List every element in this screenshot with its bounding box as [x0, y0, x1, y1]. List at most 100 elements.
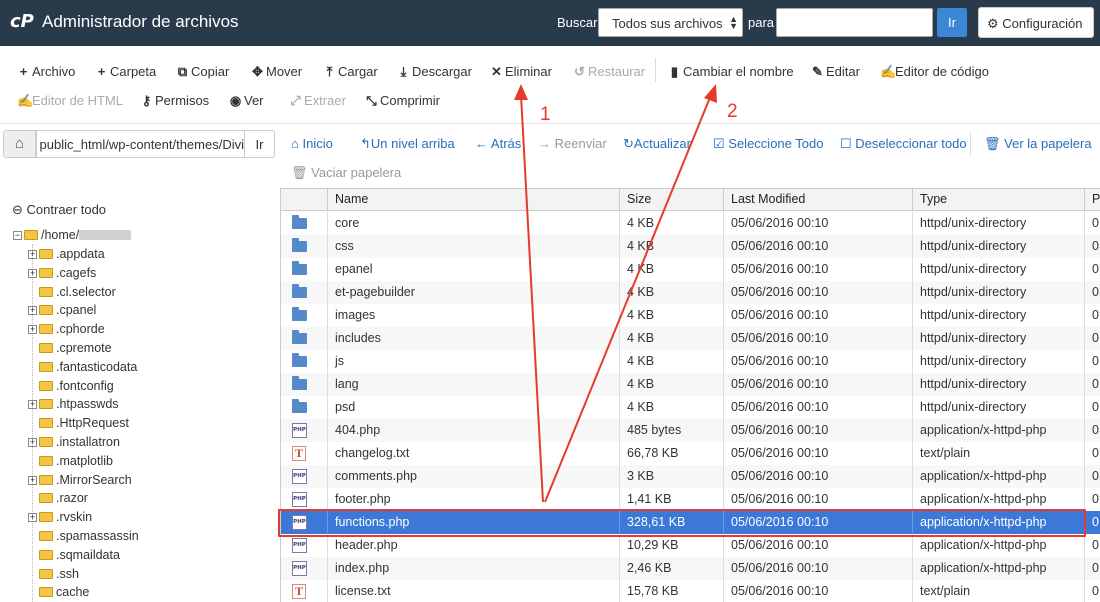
column-modified[interactable]: Last Modified [723, 189, 912, 211]
extract-button[interactable]: ⤢ Extraer [289, 93, 346, 109]
expand-icon[interactable]: + [28, 400, 37, 410]
table-row[interactable]: PHP footer.php 1,41 KB 05/06/2016 00:10 appl… [281, 488, 1100, 511]
upload-button[interactable]: ⤒ Cargar [323, 64, 378, 80]
table-row[interactable]: Tlicense.txt 15,78 KB 05/06/2016 00:10 text… [281, 580, 1100, 602]
table-row[interactable]: lang 4 KB 05/06/2016 00:10 httpd/unix-direc… [281, 373, 1100, 396]
tree-item[interactable]: .matplotlib [28, 454, 113, 472]
tree-item[interactable]: + .htpasswds [28, 397, 119, 415]
restore-button[interactable]: ↺ Restaurar [573, 64, 645, 80]
folder-icon [292, 353, 307, 367]
expand-icon[interactable]: + [28, 306, 37, 316]
path-go-button[interactable]: Ir [245, 130, 275, 158]
view-trash-button[interactable]: 🗑 Ver la papelera [984, 136, 1092, 152]
table-row[interactable]: includes 4 KB 05/06/2016 00:10 httpd/unix-d… [281, 327, 1100, 350]
table-row[interactable]: epanel 4 KB 05/06/2016 00:10 httpd/unix-dir… [281, 258, 1100, 281]
nav-home-label: Inicio [302, 136, 333, 151]
tree-item[interactable]: .sqmaildata [28, 548, 120, 566]
cell-perms: 0 [1084, 304, 1100, 327]
table-row[interactable]: PHP 404.php 485 bytes 05/06/2016 00:10 appli… [281, 419, 1100, 442]
compress-label: Comprimir [380, 93, 440, 108]
cell-perms: 0 [1084, 396, 1100, 419]
cell-size: 4 KB [619, 373, 723, 396]
move-button[interactable]: ✥ Mover [251, 64, 302, 80]
select-all-button[interactable]: ☑ Seleccione Todo [713, 136, 823, 152]
nav-reload-button[interactable]: ↻Actualizar [623, 136, 691, 152]
tree-item[interactable]: + .rvskin [28, 510, 92, 528]
table-row[interactable]: PHP comments.php 3 KB 05/06/2016 00:10 appli… [281, 465, 1100, 488]
search-go-button[interactable]: Ir [937, 8, 967, 37]
edit-button[interactable]: ✎ Editar [811, 64, 860, 80]
column-name[interactable]: Name [327, 189, 619, 211]
tree-item[interactable]: cache [28, 585, 89, 602]
tree-item[interactable]: .spamassassin [28, 529, 139, 547]
table-row[interactable]: et-pagebuilder 4 KB 05/06/2016 00:10 httpd/… [281, 281, 1100, 304]
table-row[interactable]: css 4 KB 05/06/2016 00:10 httpd/unix-direct… [281, 235, 1100, 258]
cell-perms: 0 [1084, 465, 1100, 488]
folder-icon [39, 587, 53, 598]
cell-name: includes [327, 327, 619, 350]
settings-button[interactable]: ⚙ Configuración [978, 7, 1094, 38]
nav-back-button[interactable]: ← Atrás [475, 136, 521, 151]
path-input[interactable]: public_html/wp-content/themes/Divi [36, 130, 245, 158]
permissions-button[interactable]: ⚷ Permisos [140, 93, 209, 109]
cell-type: httpd/unix-directory [912, 281, 1084, 304]
tree-item-label: .cpanel [56, 303, 97, 318]
cell-type: httpd/unix-directory [912, 396, 1084, 419]
expand-icon[interactable]: + [28, 475, 37, 485]
rename-button[interactable]: ▮ Cambiar el nombre [668, 64, 794, 80]
table-row[interactable]: core 4 KB 05/06/2016 00:10 httpd/unix-direc… [281, 212, 1100, 235]
search-scope-select[interactable]: Todos sus archivos ▲ ▼ [598, 8, 743, 37]
home-icon[interactable]: ⌂ [3, 130, 36, 158]
tree-item[interactable]: .HttpRequest [28, 416, 129, 434]
nav-forward-button[interactable]: → Reenviar [538, 136, 607, 151]
app-title: Administrador de archivos [42, 12, 239, 31]
delete-button[interactable]: ✕ Eliminar [490, 64, 552, 80]
deselect-all-button[interactable]: ☐ Deseleccionar todo [840, 136, 967, 152]
tree-item[interactable]: + .cphorde [28, 322, 105, 340]
collapse-icon[interactable]: − [13, 231, 22, 240]
cell-size: 2,46 KB [619, 557, 723, 580]
new-file-button[interactable]: + Archivo [17, 64, 76, 79]
tree-item[interactable]: .razor [28, 491, 88, 509]
expand-icon[interactable]: + [28, 325, 37, 335]
cell-type: text/plain [912, 442, 1084, 465]
empty-trash-button[interactable]: 🗑 Vaciar papelera [291, 165, 401, 181]
column-permissions[interactable]: Pe [1084, 189, 1100, 211]
code-editor-button[interactable]: ✍Editor de código [880, 64, 989, 80]
tree-item[interactable]: .fontconfig [28, 379, 114, 397]
column-size[interactable]: Size [619, 189, 723, 211]
annotation-label-1: 1 [540, 104, 551, 125]
view-button[interactable]: ◉ Ver [229, 93, 264, 109]
expand-icon[interactable]: + [28, 250, 37, 259]
expand-icon[interactable]: + [28, 268, 37, 278]
table-row[interactable]: images 4 KB 05/06/2016 00:10 httpd/unix-dir… [281, 304, 1100, 327]
tree-root[interactable]: − /home/ [13, 228, 132, 242]
tree-item[interactable]: + .MirrorSearch [28, 473, 132, 491]
tree-item[interactable]: + .cpanel [28, 303, 96, 321]
tree-item[interactable]: + .cagefs [28, 266, 96, 284]
expand-icon[interactable]: + [28, 438, 37, 447]
new-folder-button[interactable]: + Carpeta [95, 64, 157, 79]
table-row[interactable]: Tchangelog.txt 66,78 KB 05/06/2016 00:10 te… [281, 442, 1100, 465]
expand-icon[interactable]: + [28, 513, 37, 523]
collapse-all-button[interactable]: ⊖ Contraer todo [12, 202, 106, 218]
nav-up-button[interactable]: ↰Un nivel arriba [360, 136, 455, 152]
nav-home-button[interactable]: ⌂ Inicio [291, 136, 333, 151]
search-input[interactable] [776, 8, 933, 37]
tree-item[interactable]: + .installatron [28, 435, 120, 453]
download-button[interactable]: ⤓ Descargar [397, 64, 472, 80]
table-row[interactable]: js 4 KB 05/06/2016 00:10 httpd/unix-directo… [281, 350, 1100, 373]
tree-item[interactable]: .cl.selector [28, 285, 116, 303]
html-editor-button[interactable]: ✍Editor de HTML [17, 93, 123, 109]
compress-button[interactable]: ⤡ Comprimir [365, 93, 440, 109]
table-row[interactable]: PHP index.php 2,46 KB 05/06/2016 00:10 appli… [281, 557, 1100, 580]
table-row[interactable]: psd 4 KB 05/06/2016 00:10 httpd/unix-direct… [281, 396, 1100, 419]
tree-item[interactable]: .ssh [28, 567, 79, 585]
tree-item[interactable]: + .appdata [28, 247, 105, 265]
tree-item[interactable]: .fantasticodata [28, 360, 137, 378]
copy-button[interactable]: ⧉ Copiar [176, 64, 229, 80]
cell-modified: 05/06/2016 00:10 [723, 557, 912, 580]
table-row[interactable]: PHP header.php 10,29 KB 05/06/2016 00:10 app… [281, 534, 1100, 557]
tree-item[interactable]: .cpremote [28, 341, 112, 359]
column-type[interactable]: Type [912, 189, 1084, 211]
